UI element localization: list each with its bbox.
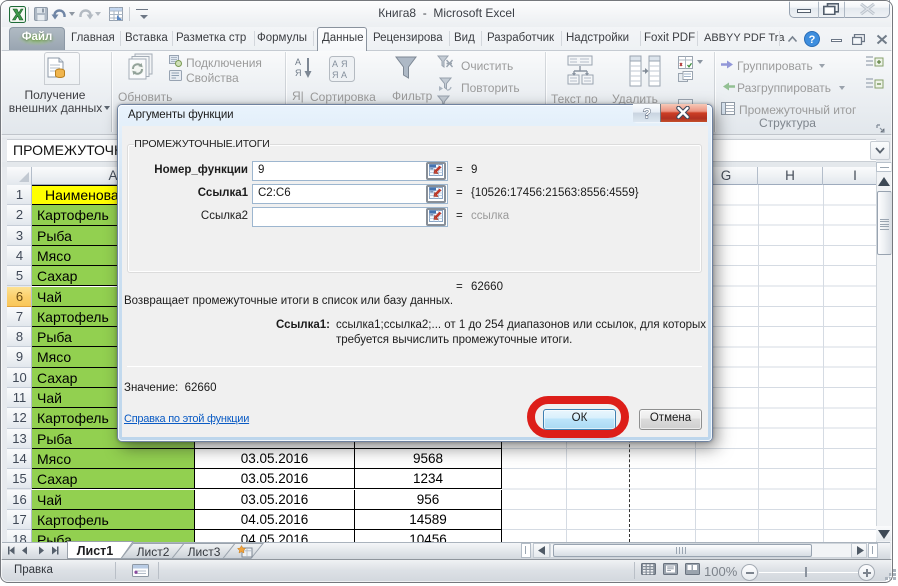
- svg-text:А: А: [332, 59, 338, 69]
- svg-text:А: А: [295, 57, 301, 67]
- svg-text:Я: Я: [341, 59, 348, 69]
- svg-text:А: А: [341, 70, 347, 80]
- svg-text:Я: Я: [295, 68, 302, 78]
- svg-text:?: ?: [643, 105, 652, 121]
- svg-text:Я: Я: [332, 70, 339, 80]
- svg-text:?: ?: [809, 34, 816, 46]
